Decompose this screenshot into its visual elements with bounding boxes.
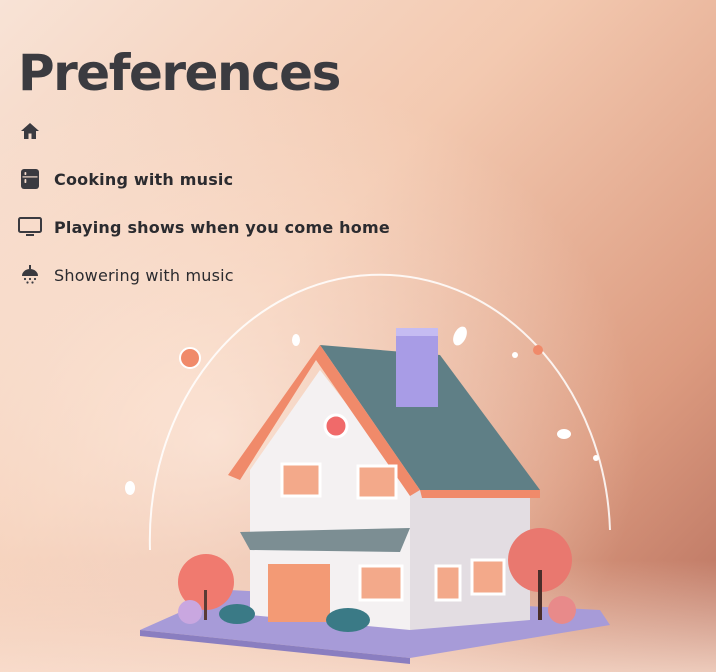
shower-icon bbox=[18, 263, 42, 287]
pot bbox=[219, 604, 255, 624]
window bbox=[434, 564, 462, 602]
window bbox=[280, 462, 322, 498]
orbit-dot-right bbox=[533, 345, 543, 355]
preference-item-cooking[interactable]: Cooking with music bbox=[18, 166, 438, 192]
home-icon bbox=[18, 119, 42, 143]
page-title: Preferences bbox=[18, 44, 341, 102]
sparkle bbox=[512, 352, 518, 358]
orbit-dot-left bbox=[179, 347, 201, 369]
porch-roof bbox=[240, 528, 410, 552]
window bbox=[356, 464, 398, 500]
droplet bbox=[557, 429, 571, 439]
window bbox=[470, 558, 506, 596]
preference-label-shows: Playing shows when you come home bbox=[54, 217, 390, 237]
round-window bbox=[323, 413, 349, 439]
pot bbox=[326, 608, 370, 632]
preference-item-shows[interactable]: Playing shows when you come home bbox=[18, 214, 438, 240]
droplet bbox=[292, 334, 300, 346]
fridge-icon bbox=[18, 167, 42, 191]
preference-item-home[interactable] bbox=[18, 118, 438, 144]
preference-label-cooking: Cooking with music bbox=[54, 169, 234, 189]
window bbox=[358, 564, 404, 602]
chimney bbox=[396, 332, 438, 407]
sparkle bbox=[593, 455, 599, 461]
droplet bbox=[125, 481, 135, 495]
droplet bbox=[453, 326, 467, 346]
bush bbox=[178, 600, 202, 624]
tv-icon bbox=[18, 215, 42, 239]
bush bbox=[548, 596, 576, 624]
garage-door bbox=[268, 564, 330, 622]
house-illustration bbox=[125, 273, 611, 664]
